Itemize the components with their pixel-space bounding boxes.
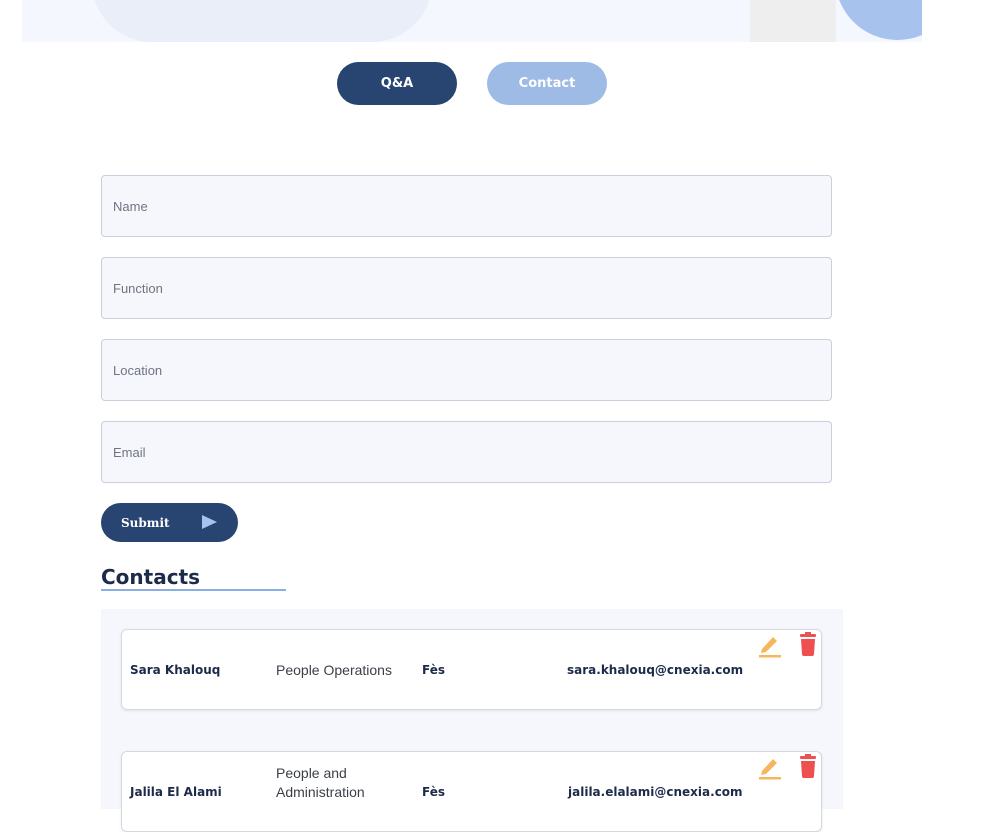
email-input[interactable] xyxy=(102,422,831,482)
contact-function: People Operations xyxy=(276,662,392,678)
title-underline xyxy=(101,589,286,591)
submit-label: Submit xyxy=(121,515,170,530)
hero-banner xyxy=(22,0,922,42)
name-field xyxy=(101,175,832,237)
contact-card: Sara Khalouq People Operations Fès sara.… xyxy=(121,629,822,710)
hero-decoration xyxy=(835,0,922,40)
contact-location: Fès xyxy=(422,785,445,799)
contact-location: Fès xyxy=(422,663,445,677)
tab-contact[interactable]: Contact xyxy=(487,62,607,105)
contact-function: People and Administration xyxy=(276,765,365,800)
email-field xyxy=(101,421,832,483)
play-icon xyxy=(202,515,217,529)
location-input[interactable] xyxy=(102,340,831,400)
function-field xyxy=(101,257,832,319)
contact-card: Jalila El Alami People and Administratio… xyxy=(121,751,822,832)
contacts-title: Contacts xyxy=(101,565,201,589)
location-field xyxy=(101,339,832,401)
contact-name: Sara Khalouq xyxy=(130,663,221,677)
contact-email: sara.khalouq@cnexia.com xyxy=(567,663,744,677)
hero-decoration xyxy=(750,0,836,42)
contact-name: Jalila El Alami xyxy=(130,785,222,799)
hero-decoration xyxy=(92,0,432,42)
pencil-icon[interactable] xyxy=(758,632,782,658)
trash-icon[interactable] xyxy=(796,754,820,780)
trash-icon[interactable] xyxy=(796,632,820,658)
contacts-list: Sara Khalouq People Operations Fès sara.… xyxy=(101,609,843,832)
name-input[interactable] xyxy=(102,176,831,236)
submit-button[interactable]: Submit xyxy=(101,503,238,542)
function-input[interactable] xyxy=(102,258,831,318)
contact-email: jalila.elalami@cnexia.com xyxy=(568,785,743,799)
tab-qa[interactable]: Q&A xyxy=(337,62,457,105)
pencil-icon[interactable] xyxy=(758,754,782,780)
